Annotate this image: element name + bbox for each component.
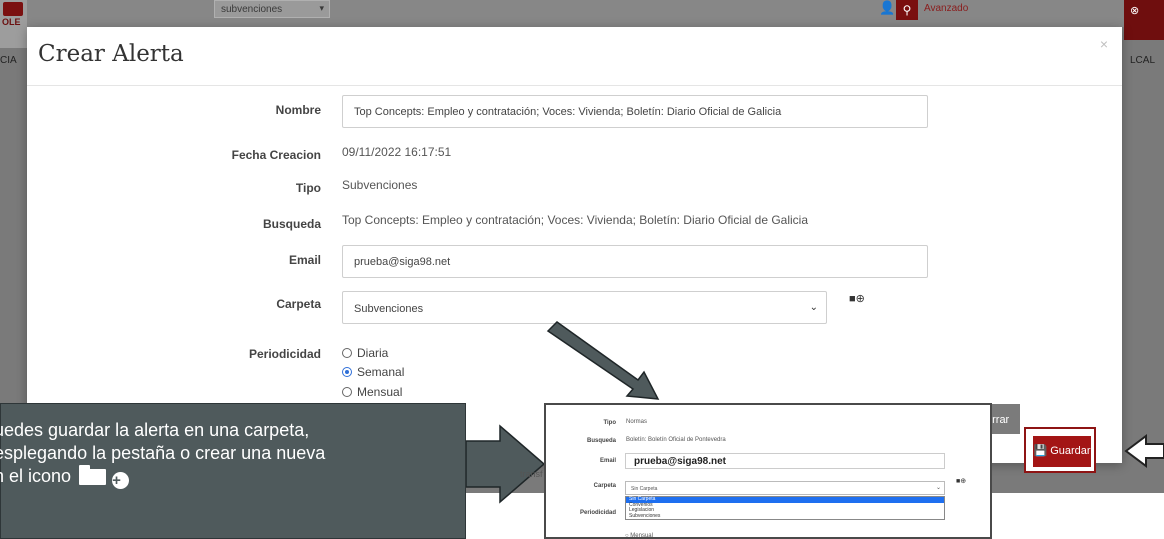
inset-busqueda-value: Boletín: Boletín Oficial de Pontevedra: [626, 437, 726, 443]
carpeta-select-value: Subvenciones: [354, 303, 424, 315]
app-topbar: [0, 0, 1164, 27]
advanced-search-link[interactable]: Avanzado: [924, 3, 968, 14]
nombre-label: Nombre: [275, 103, 321, 117]
radio-mensual-label: Mensual: [357, 385, 403, 399]
callout-icons: +: [79, 465, 130, 491]
callout-line-3-text: n el icono: [0, 466, 72, 486]
guardar-button[interactable]: 💾 Guardar: [1033, 436, 1091, 467]
callout-line-2: esplegando la pestaña o crear una nueva: [0, 443, 326, 463]
fecha-creacion-label: Fecha Creacion: [231, 148, 321, 162]
modal-header: Crear Alerta ×: [27, 27, 1122, 86]
logo-text: OLE: [2, 17, 21, 27]
radio-unchecked-icon: [342, 387, 352, 397]
nombre-input[interactable]: Top Concepts: Empleo y contratación; Voc…: [342, 95, 928, 128]
radio-semanal-label: Semanal: [357, 365, 405, 379]
periodicidad-label: Periodicidad: [248, 347, 321, 361]
inset-tipo-label: Tipo: [603, 420, 616, 426]
plus-circle-icon: +: [112, 472, 130, 489]
transf-fragment: transf: [520, 469, 543, 479]
inset-carpeta-label: Carpeta: [593, 483, 616, 489]
crear-alerta-modal: Crear Alerta × Nombre Top Concepts: Empl…: [27, 27, 1122, 463]
person-icon[interactable]: 👤: [879, 0, 895, 16]
search-type-value: subvenciones: [221, 4, 283, 15]
logo-mark: [3, 2, 23, 16]
radio-mensual[interactable]: Mensual: [342, 385, 402, 399]
inset-mensual-label: Mensual: [630, 533, 653, 539]
tipo-value: Subvenciones: [342, 178, 418, 192]
radio-diaria-label: Diaria: [357, 346, 389, 360]
chevron-down-icon: ⌄: [935, 485, 941, 491]
callout-line-1: uedes guardar la alerta en una carpeta,: [0, 420, 310, 440]
inset-tipo-value: Normas: [626, 419, 648, 425]
email-label: Email: [288, 253, 321, 267]
inset-folder-plus-icon: ■⊕: [956, 478, 967, 485]
inset-email-input: prueba@siga98.net: [625, 453, 945, 469]
app-logo[interactable]: OLE: [0, 0, 27, 48]
inset-periodicidad-label: Periodicidad: [579, 510, 616, 516]
folder-icon: [79, 465, 107, 485]
close-icon[interactable]: ×: [1100, 36, 1108, 52]
modal-title: Crear Alerta: [38, 41, 184, 67]
chevron-down-icon: ▾: [319, 3, 324, 13]
folder-plus-icon[interactable]: ■⊕: [849, 292, 865, 305]
save-icon: 💾: [1033, 445, 1048, 457]
inset-dropdown-list: Sin Carpeta Convenios Legislacion Subven…: [625, 496, 945, 520]
busqueda-value: Top Concepts: Empleo y contratación; Voc…: [342, 213, 809, 227]
inset-mensual: ○ Mensual: [625, 533, 653, 539]
guardar-label: Guardar: [1050, 445, 1091, 457]
inset-busqueda-label: Busqueda: [586, 438, 616, 444]
fecha-creacion-value: 09/11/2022 16:17:51: [342, 145, 452, 159]
tip-callout: uedes guardar la alerta en una carpeta, …: [0, 403, 466, 539]
busqueda-label: Busqueda: [262, 217, 321, 231]
radio-diaria[interactable]: Diaria: [342, 346, 388, 360]
carpeta-dropdown-inset: Tipo Normas Busqueda Boletín: Boletín Of…: [544, 403, 992, 539]
carpeta-select[interactable]: Subvenciones ⌄: [342, 291, 827, 324]
search-button[interactable]: ⚲: [896, 0, 918, 20]
radio-semanal[interactable]: Semanal: [342, 365, 404, 379]
bg-left-text: CIA: [0, 55, 17, 66]
close-session-button[interactable]: ⊗: [1124, 0, 1164, 40]
inset-carpeta-value: Sin Carpeta: [631, 486, 658, 492]
callout-line-3: n el icono +: [0, 465, 463, 491]
chevron-down-icon: ⌄: [809, 302, 818, 313]
inset-carpeta-select: Sin Carpeta ⌄: [625, 481, 945, 495]
bg-right-text: LCAL: [1130, 55, 1156, 66]
radio-checked-icon: [342, 367, 352, 377]
radio-unchecked-icon: [342, 348, 352, 358]
carpeta-label: Carpeta: [276, 297, 321, 311]
inset-email-label: Email: [599, 458, 616, 464]
inset-option: Subvenciones: [629, 512, 661, 519]
close-circle-icon: ⊗: [1130, 5, 1140, 17]
search-type-select[interactable]: subvenciones ▾: [214, 0, 330, 18]
tipo-label: Tipo: [295, 181, 321, 195]
email-input[interactable]: prueba@siga98.net: [342, 245, 928, 278]
search-icon: ⚲: [902, 3, 912, 17]
